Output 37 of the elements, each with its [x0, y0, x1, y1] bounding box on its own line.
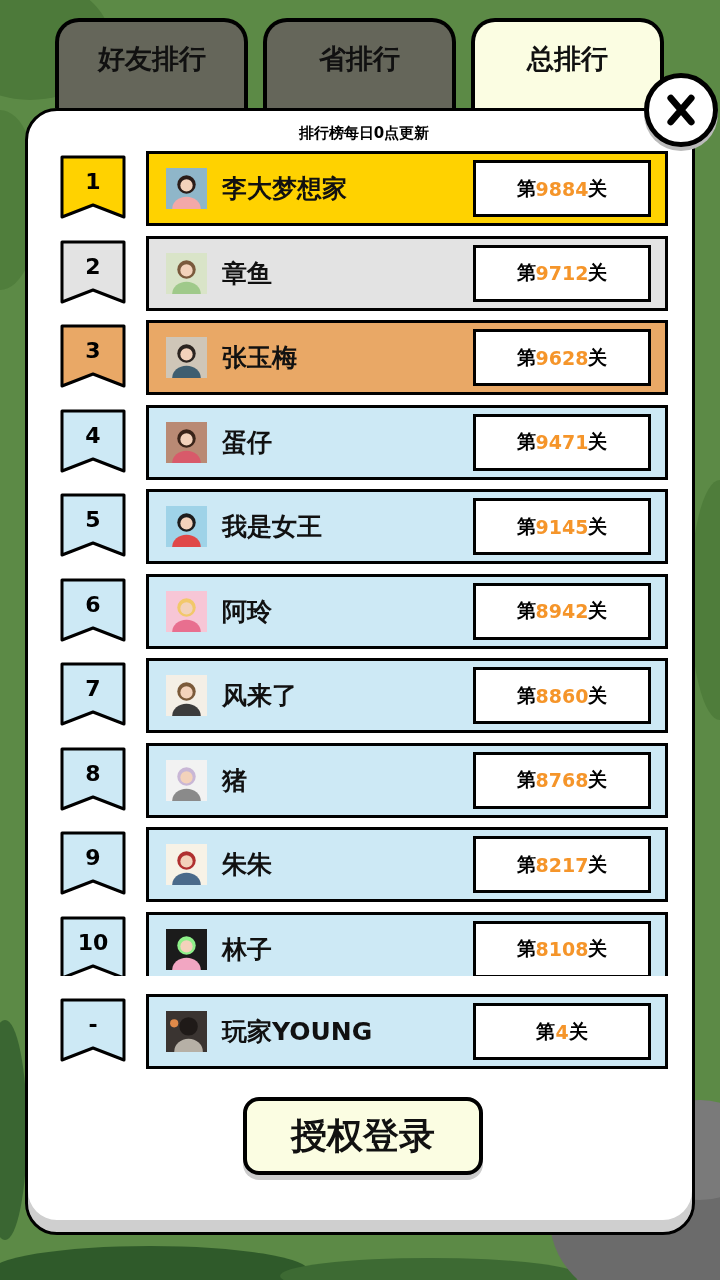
rank-ribbon: - — [60, 998, 126, 1062]
rank-ribbon: 1 — [60, 155, 126, 219]
player-name: 风来了 — [222, 680, 298, 712]
stage-label: 第8942关 — [473, 582, 651, 640]
player-name: 我是女王 — [222, 511, 323, 543]
stage-label: 第8860关 — [473, 667, 651, 724]
stage-label: 第8108关 — [473, 920, 651, 976]
stage-label: 第8768关 — [473, 751, 651, 809]
stage-label: 第9471关 — [473, 413, 651, 471]
player-name: 蛋仔 — [222, 426, 273, 459]
close-icon — [664, 93, 698, 127]
rank-ribbon: 6 — [60, 577, 126, 642]
rank-ribbon: 5 — [60, 493, 126, 557]
stage-label: 第4关 — [473, 1003, 651, 1060]
player-name: 章鱼 — [222, 257, 273, 290]
close-button[interactable] — [644, 73, 718, 147]
player-name: 朱朱 — [222, 849, 273, 881]
stage-label: 第9884关 — [473, 160, 651, 217]
player-name: 猪 — [222, 764, 248, 797]
rank-ribbon: 4 — [60, 408, 126, 473]
stage-label: 第9628关 — [473, 329, 651, 386]
rank-ribbon: 8 — [60, 746, 126, 811]
player-name: 李大梦想家 — [222, 173, 348, 205]
stage-label: 第8217关 — [473, 836, 651, 893]
player-name: 玩家YOUNG — [222, 1016, 374, 1048]
player-name: 林子 — [222, 933, 273, 966]
update-notice: 排行榜每日0点更新 — [297, 123, 431, 144]
rank-ribbon: 3 — [60, 324, 126, 388]
stage-label: 第9145关 — [473, 498, 651, 555]
player-name: 张玉梅 — [222, 342, 298, 374]
tab[interactable]: 总排行 — [471, 18, 664, 108]
rank-ribbon: 10 — [60, 915, 126, 976]
player-name: 阿玲 — [222, 595, 273, 628]
stage-label: 第9712关 — [473, 244, 651, 302]
rank-ribbon: 9 — [60, 831, 126, 895]
rank-ribbon: 7 — [60, 662, 126, 726]
rank-ribbon: 2 — [60, 239, 126, 304]
